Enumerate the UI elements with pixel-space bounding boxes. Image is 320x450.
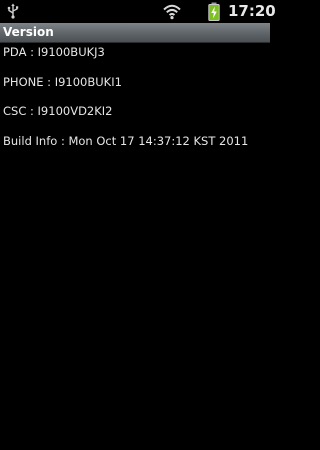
title-bar: Version (0, 23, 270, 43)
csc-version-text: CSC : I9100VD2KI2 (3, 104, 113, 118)
usb-icon (6, 3, 20, 19)
screen: 17:20 Version PDA : I9100BUKJ3 PHONE : I… (0, 0, 276, 450)
phone-version-text: PHONE : I9100BUKI1 (3, 75, 122, 89)
pda-version-text: PDA : I9100BUKJ3 (3, 45, 105, 59)
page-title: Version (3, 25, 54, 39)
build-info-text: Build Info : Mon Oct 17 14:37:12 KST 201… (3, 134, 249, 148)
status-bar: 17:20 (0, 0, 276, 23)
wifi-icon (162, 3, 182, 20)
battery-charging-icon (208, 2, 220, 21)
status-time: 17:20 (228, 2, 276, 20)
